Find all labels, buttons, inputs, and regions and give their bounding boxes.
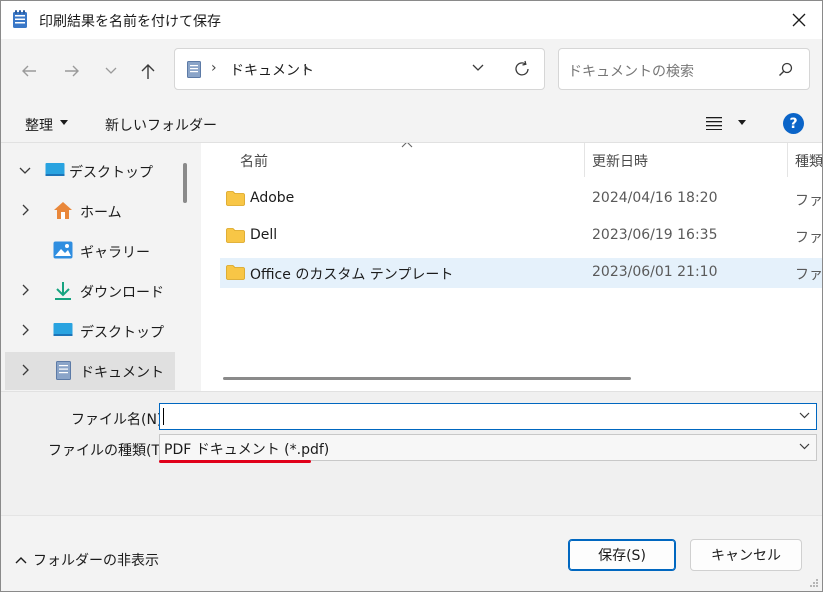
resize-grip-icon[interactable] [809,578,819,588]
up-button[interactable] [132,55,164,87]
sidebar-item-desktop-root[interactable]: デスクトップ [5,152,175,190]
folder-icon [226,228,245,243]
file-modified: 2023/06/01 21:10 [592,264,718,280]
column-header-modified[interactable]: 更新日時 [585,143,787,177]
file-modified: 2023/06/19 16:35 [592,227,718,243]
dialog-footer: フォルダーの非表示 保存(S) キャンセル [1,515,822,591]
sidebar-item-label: ギャラリー [80,245,150,261]
save-button[interactable]: 保存(S) [568,539,676,571]
sidebar-item-label: ダウンロード [80,285,164,301]
breadcrumb-separator-end[interactable]: › [303,60,309,76]
file-type: ファイ [795,267,822,283]
documents-icon [56,361,71,380]
organize-menu[interactable]: 整理 [25,115,53,135]
breadcrumb-documents[interactable]: ドキュメント [230,60,314,80]
chevron-down-icon[interactable] [19,164,31,176]
hide-folders-label: フォルダーの非表示 [33,553,159,569]
title-bar: 印刷結果を名前を付けて保存 [1,1,822,39]
desktop-icon [45,163,65,176]
file-modified: 2024/04/16 18:20 [592,190,718,206]
navigation-bar: › ドキュメント › ドキュメントの検索 [1,39,822,105]
chevron-down-icon[interactable] [799,443,810,450]
command-bar: 整理 新しいフォルダー ? [1,105,822,143]
chevron-right-icon[interactable] [19,364,31,376]
column-header-type[interactable]: 種類 [788,143,822,177]
sidebar-item-downloads[interactable]: ダウンロード [5,272,175,310]
back-button[interactable] [13,55,45,87]
close-button[interactable] [776,1,822,39]
navigation-pane: デスクトップ ホーム ギャラリー ダウンロード デスクトップ ドキュメント [1,143,197,391]
file-type: ファイ [795,230,822,246]
file-list: 名前 更新日時 種類 Adobe 2024/04/16 18:20 ファイ De… [201,143,822,391]
arrow-left-icon [22,65,36,77]
file-type: ファイ [795,193,822,209]
list-view-icon[interactable] [706,116,722,130]
gallery-icon [53,241,73,259]
new-folder-button[interactable]: 新しいフォルダー [105,115,217,135]
chevron-up-icon [15,557,27,564]
desktop-icon [53,323,73,336]
annotation-underline [159,460,311,463]
save-dialog: 印刷結果を名前を付けて保存 › ドキュメント › ドキュメントの検索 整理 新し… [0,0,823,592]
chevron-down-icon[interactable] [471,61,485,75]
sidebar-item-label: デスクトップ [69,165,153,181]
sidebar-item-documents[interactable]: ドキュメント [5,352,175,390]
caret-down-icon[interactable] [738,120,746,125]
file-row[interactable]: Office のカスタム テンプレート 2023/06/01 21:10 ファイ [220,258,822,288]
sidebar-item-desktop[interactable]: デスクトップ [5,312,175,350]
notepad-icon [13,10,27,28]
column-header-label: 種類 [795,154,822,170]
hide-folders-toggle[interactable]: フォルダーの非表示 [15,550,159,570]
filetype-value: PDF ドキュメント (*.pdf) [164,442,330,458]
sidebar-item-label: デスクトップ [80,325,164,341]
sidebar-item-label: ドキュメント [80,365,164,381]
column-header-label: 名前 [240,154,268,170]
file-row[interactable]: Adobe 2024/04/16 18:20 ファイ [220,184,822,214]
chevron-right-icon[interactable] [19,324,31,336]
documents-icon [187,61,201,78]
search-box[interactable]: ドキュメントの検索 [558,48,810,90]
window-title: 印刷結果を名前を付けて保存 [39,14,221,30]
sort-ascending-icon [401,143,413,148]
file-name: Office のカスタム テンプレート [250,267,454,283]
home-icon [54,202,72,219]
recent-locations-button[interactable] [95,55,127,87]
filename-field[interactable] [159,403,817,430]
arrow-right-icon [65,65,79,77]
sidebar-item-gallery[interactable]: ギャラリー [5,232,175,270]
file-row[interactable]: Dell 2023/06/19 16:35 ファイ [220,221,822,251]
chevron-right-icon[interactable] [19,204,31,216]
caret-down-icon[interactable] [60,120,68,125]
column-header-name[interactable]: 名前 [201,143,584,177]
chevron-down-icon [105,67,117,74]
horizontal-scrollbar[interactable] [223,377,631,380]
sidebar-item-home[interactable]: ホーム [5,192,175,230]
folder-icon [226,191,245,206]
sidebar-scrollbar[interactable] [183,163,187,203]
file-name: Dell [250,227,278,243]
arrow-up-icon [141,63,155,79]
search-placeholder[interactable]: ドキュメントの検索 [568,61,694,81]
chevron-right-icon[interactable] [19,284,31,296]
folder-icon [226,265,245,280]
refresh-icon[interactable] [513,60,531,78]
search-icon [779,62,793,76]
address-bar[interactable]: › ドキュメント › [174,48,545,90]
filetype-select[interactable]: PDF ドキュメント (*.pdf) [159,434,817,461]
file-name: Adobe [250,190,295,206]
help-icon[interactable]: ? [783,113,804,134]
download-icon [55,282,71,300]
sidebar-item-label: ホーム [80,205,122,221]
filename-label: ファイル名(N): [71,412,168,428]
forward-button[interactable] [56,55,88,87]
breadcrumb-separator: › [211,60,217,76]
chevron-down-icon[interactable] [799,412,810,419]
close-icon [792,13,806,27]
column-header-label: 更新日時 [592,154,648,170]
text-cursor [163,408,164,425]
cancel-button[interactable]: キャンセル [690,539,802,571]
filetype-label: ファイルの種類(T): [48,443,171,459]
